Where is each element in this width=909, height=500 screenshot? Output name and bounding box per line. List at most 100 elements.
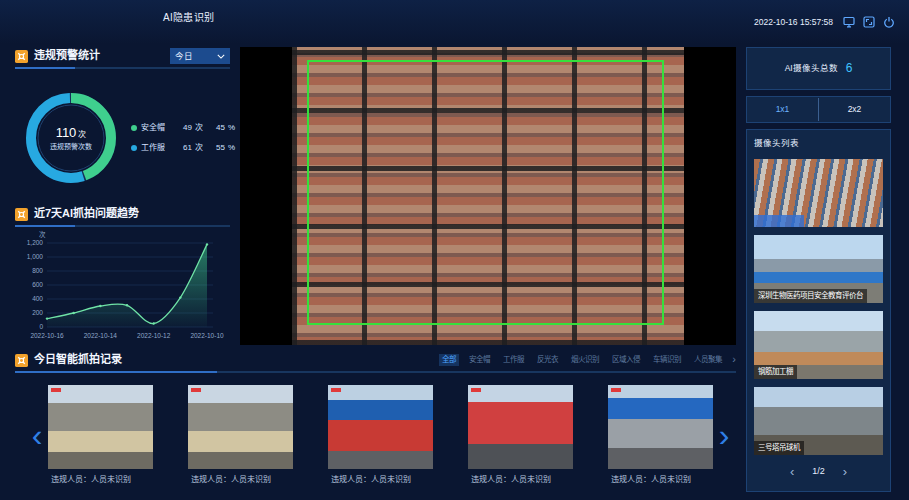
camera-list-title: 摄像头列表 <box>754 138 883 149</box>
stats-header: 违规预警统计 今日 <box>15 47 230 65</box>
capture-card[interactable]: 违规人员：人员未识别 <box>608 385 713 485</box>
section-underline <box>15 371 736 373</box>
capture-photo <box>48 385 153 469</box>
section-icon <box>15 50 28 63</box>
filter-tab[interactable]: 烟火识别 <box>568 354 602 365</box>
stats-header-block: 违规预警统计 今日 <box>15 47 230 69</box>
pager: ‹ 1/2 › <box>754 465 883 478</box>
prev-button[interactable]: ‹ <box>29 419 45 451</box>
main-area: 违规预警统计今日110次违规预警次数安全帽49次45%工作服61次55%近7天A… <box>15 47 736 492</box>
captures-header: 今日智能抓拍记录全部安全帽工作服反光衣烟火识别区域入侵车辆识别人员聚集› <box>15 351 736 369</box>
filter-tab[interactable]: 区域入侵 <box>609 354 643 365</box>
section-underline <box>15 225 230 227</box>
filter-tab[interactable]: 工作服 <box>500 354 527 365</box>
camera-thumb[interactable] <box>754 159 883 227</box>
page-prev[interactable]: ‹ <box>790 465 794 478</box>
next-button[interactable]: › <box>716 419 732 451</box>
legend-dot <box>131 145 137 151</box>
period-dropdown[interactable]: 今日 <box>170 48 230 64</box>
x-tick: 2022-10-16 <box>30 332 64 339</box>
filter-tab[interactable]: 反光衣 <box>534 354 561 365</box>
capture-caption: 违规人员：人员未识别 <box>328 475 433 485</box>
capture-card[interactable]: 违规人员：人员未识别 <box>328 385 433 485</box>
violation-tag <box>331 388 341 392</box>
datetime: 2022-10-16 15:57:58 <box>754 17 833 28</box>
camera-thumb[interactable]: 钢筋加工棚 <box>754 311 883 379</box>
monitor-icon[interactable] <box>843 16 855 28</box>
total-count: 110 <box>56 125 77 141</box>
camera-thumb[interactable]: 三号塔吊球机 <box>754 387 883 455</box>
trend-header-block: 近7天AI抓拍问题趋势 <box>15 205 230 227</box>
legend-percent: 55% <box>207 143 235 153</box>
section-title: 违规预警统计 <box>34 49 100 63</box>
camera-name: 三号塔吊球机 <box>754 441 804 454</box>
camera-total-count: 6 <box>846 61 853 76</box>
capture-card[interactable]: 违规人员：人员未识别 <box>48 385 153 485</box>
trend-point <box>72 312 74 314</box>
filter-tab[interactable]: 车辆识别 <box>650 354 684 365</box>
total-unit: 次 <box>78 130 86 140</box>
layout-toggle: 1x12x2 <box>746 96 891 123</box>
legend: 安全帽49次45%工作服61次55% <box>131 123 235 153</box>
y-tick: 0 <box>39 323 43 330</box>
page-next[interactable]: › <box>843 465 847 478</box>
trend-header: 近7天AI抓拍问题趋势 <box>15 205 230 223</box>
trend-point <box>206 243 208 245</box>
capture-caption: 违规人员：人员未识别 <box>608 475 713 485</box>
camera-feed <box>292 47 684 345</box>
donut-segment <box>31 98 111 178</box>
capture-card[interactable]: 违规人员：人员未识别 <box>468 385 573 485</box>
trend-point <box>126 304 128 306</box>
violation-tag <box>191 388 201 392</box>
capture-caption: 违规人员：人员未识别 <box>188 475 293 485</box>
total-label: 违规预警次数 <box>50 143 92 152</box>
camera-thumb[interactable]: 深圳生物医药项目安全教育评价台 <box>754 235 883 303</box>
x-tick: 2022-10-10 <box>190 332 224 339</box>
chevron-down-icon <box>217 54 225 59</box>
capture-caption: 违规人员：人员未识别 <box>48 475 153 485</box>
section-icon <box>15 208 28 221</box>
more-button[interactable]: › <box>732 353 736 367</box>
donut-center: 110次违规预警次数 <box>23 90 119 186</box>
camera-total-label: AI摄像头总数 <box>785 63 838 74</box>
stats-body: 110次违规预警次数安全帽49次45%工作服61次55% <box>15 79 230 197</box>
trend-chart: 次02004006008001,0001,2002022-10-162022-1… <box>15 229 230 347</box>
y-tick: 400 <box>32 295 43 302</box>
trend-point <box>179 296 181 298</box>
capture-card[interactable]: 违规人员：人员未识别 <box>188 385 293 485</box>
capture-list: 违规人员：人员未识别违规人员：人员未识别违规人员：人员未识别违规人员：人员未识别… <box>48 385 713 485</box>
top-row: 违规预警统计今日110次违规预警次数安全帽49次45%工作服61次55%近7天A… <box>15 47 736 345</box>
y-tick: 1,200 <box>27 239 44 246</box>
page-indicator: 1/2 <box>812 466 825 477</box>
axis-unit: 次 <box>39 230 46 239</box>
legend-count: 49次 <box>175 123 203 133</box>
header-tools <box>843 16 895 28</box>
donut: 110次违规预警次数 <box>23 90 119 186</box>
trend-line <box>47 244 207 323</box>
donut-segment <box>31 98 111 178</box>
legend-name: 工作服 <box>141 143 171 153</box>
filter-tab[interactable]: 全部 <box>439 354 459 365</box>
filter-tab[interactable]: 安全帽 <box>466 354 493 365</box>
legend-dot <box>131 125 137 131</box>
layout-option[interactable]: 1x1 <box>747 98 818 121</box>
camera-total: AI摄像头总数 6 <box>746 47 891 90</box>
selected-band <box>754 215 804 227</box>
section-underline <box>15 67 230 69</box>
video-player[interactable] <box>240 47 736 345</box>
camera-name: 钢筋加工棚 <box>754 365 797 378</box>
filter-tab[interactable]: 人员聚集 <box>691 354 725 365</box>
x-tick: 2022-10-14 <box>84 332 118 339</box>
layout-option[interactable]: 2x2 <box>818 98 890 121</box>
power-icon[interactable] <box>883 16 895 28</box>
fullscreen-icon[interactable] <box>863 16 875 28</box>
left-column: 违规预警统计今日110次违规预警次数安全帽49次45%工作服61次55%近7天A… <box>15 47 230 345</box>
trend-point <box>152 322 154 324</box>
trend-point <box>99 305 101 307</box>
legend-item: 工作服 61次 55% <box>131 143 235 153</box>
legend-count: 61次 <box>175 143 203 153</box>
violation-tag <box>51 388 61 392</box>
camera-list: 摄像头列表深圳生物医药项目安全教育评价台钢筋加工棚三号塔吊球机 ‹ 1/2 › <box>746 129 891 492</box>
capture-photo <box>608 385 713 469</box>
trend-point <box>46 317 48 319</box>
